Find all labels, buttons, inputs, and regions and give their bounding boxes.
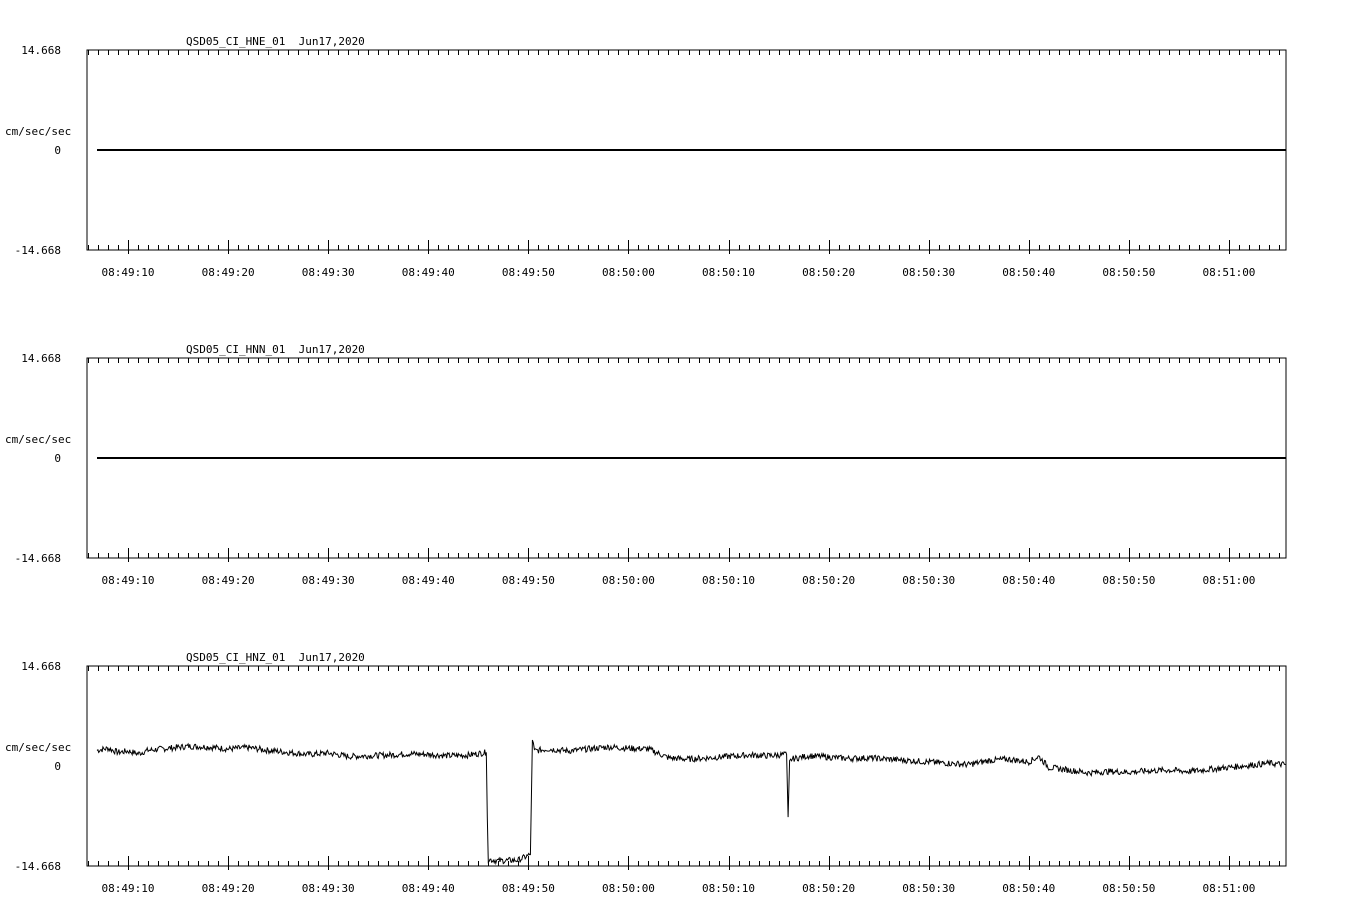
x-tick-label: 08:50:40 bbox=[1002, 574, 1055, 587]
x-tick-label: 08:49:30 bbox=[302, 882, 355, 895]
x-tick-label: 08:49:10 bbox=[102, 574, 155, 587]
x-tick-label: 08:50:40 bbox=[1002, 882, 1055, 895]
time-ticks bbox=[88, 358, 1280, 562]
waveform-panel: QSD05_CI_HNZ_01 Jun17,2020 cm/sec/sec 14.6… bbox=[5, 651, 1287, 895]
x-tick-label: 08:49:20 bbox=[202, 574, 255, 587]
panel-title: QSD05_CI_HNZ_01 Jun17,2020 bbox=[186, 651, 365, 664]
x-tick-label: 08:49:40 bbox=[402, 574, 455, 587]
x-tick-label: 08:49:10 bbox=[102, 882, 155, 895]
x-tick-label: 08:50:20 bbox=[802, 882, 855, 895]
y-tick-label: -14.668 bbox=[15, 552, 61, 565]
waveform-line bbox=[96, 739, 1287, 866]
y-tick-label: 14.668 bbox=[21, 44, 61, 57]
x-tick-label: 08:49:40 bbox=[402, 882, 455, 895]
y-tick-label: 14.668 bbox=[21, 660, 61, 673]
y-tick-label: 14.668 bbox=[21, 352, 61, 365]
x-tick-label: 08:49:20 bbox=[202, 882, 255, 895]
x-tick-label: 08:50:50 bbox=[1102, 266, 1155, 279]
y-axis-label: cm/sec/sec bbox=[5, 125, 71, 138]
x-tick-label: 08:50:20 bbox=[802, 266, 855, 279]
x-tick-label: 08:50:30 bbox=[902, 266, 955, 279]
x-tick-label: 08:50:50 bbox=[1102, 574, 1155, 587]
y-tick-label: 0 bbox=[54, 144, 61, 157]
x-tick-label: 08:50:20 bbox=[802, 574, 855, 587]
panel-title: QSD05_CI_HNE_01 Jun17,2020 bbox=[186, 35, 365, 48]
panel-title: QSD05_CI_HNN_01 Jun17,2020 bbox=[186, 343, 365, 356]
x-tick-label: 08:50:10 bbox=[702, 266, 755, 279]
x-tick-label: 08:50:30 bbox=[902, 882, 955, 895]
x-tick-label: 08:49:50 bbox=[502, 266, 555, 279]
x-tick-label: 08:49:50 bbox=[502, 574, 555, 587]
y-tick-label: 0 bbox=[54, 760, 61, 773]
x-tick-label: 08:51:00 bbox=[1202, 266, 1255, 279]
x-tick-label: 08:50:00 bbox=[602, 266, 655, 279]
plot-frame bbox=[86, 665, 1287, 867]
y-axis-label: cm/sec/sec bbox=[5, 741, 71, 754]
seismogram-figure: QSD05_CI_HNE_01 Jun17,2020 cm/sec/sec 14.6… bbox=[5, 35, 1287, 895]
x-tick-label: 08:49:50 bbox=[502, 882, 555, 895]
x-tick-label: 08:50:00 bbox=[602, 882, 655, 895]
time-ticks bbox=[88, 666, 1280, 870]
x-tick-label: 08:50:00 bbox=[602, 574, 655, 587]
x-tick-label: 08:49:20 bbox=[202, 266, 255, 279]
x-tick-label: 08:51:00 bbox=[1202, 574, 1255, 587]
x-tick-label: 08:50:10 bbox=[702, 882, 755, 895]
y-tick-label: 0 bbox=[54, 452, 61, 465]
x-tick-label: 08:49:10 bbox=[102, 266, 155, 279]
y-axis-label: cm/sec/sec bbox=[5, 433, 71, 446]
waveform-panel: QSD05_CI_HNN_01 Jun17,2020 cm/sec/sec 14.6… bbox=[5, 343, 1287, 587]
x-tick-label: 08:50:40 bbox=[1002, 266, 1055, 279]
x-tick-label: 08:49:30 bbox=[302, 574, 355, 587]
x-tick-label: 08:50:50 bbox=[1102, 882, 1155, 895]
x-tick-label: 08:49:40 bbox=[402, 266, 455, 279]
x-tick-label: 08:50:30 bbox=[902, 574, 955, 587]
x-tick-label: 08:50:10 bbox=[702, 574, 755, 587]
waveform-panel: QSD05_CI_HNE_01 Jun17,2020 cm/sec/sec 14.6… bbox=[5, 35, 1287, 279]
time-ticks bbox=[88, 50, 1280, 254]
x-tick-label: 08:49:30 bbox=[302, 266, 355, 279]
y-tick-label: -14.668 bbox=[15, 244, 61, 257]
x-tick-label: 08:51:00 bbox=[1202, 882, 1255, 895]
y-tick-label: -14.668 bbox=[15, 860, 61, 873]
